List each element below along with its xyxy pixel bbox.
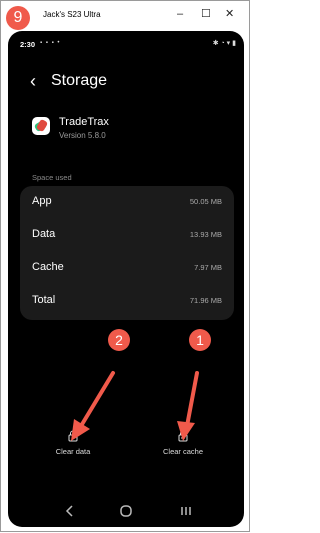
storage-row-value: 71.96 MB [189,296,222,305]
close-button[interactable]: ✕ [225,7,234,21]
status-notification-icons: ▪ ▪ ▪ • [40,40,61,46]
app-logo-icon [32,117,50,135]
annotation-badge-1: 1 [189,329,211,351]
chevron-left-icon[interactable]: ‹ [30,71,36,91]
android-nav-bar [8,497,244,527]
storage-actions: Clear data Clear cache [8,429,244,489]
storage-row-data: Data 13.93 MB [20,219,234,252]
storage-row-value: 50.05 MB [189,197,222,206]
step-badge: 9 [6,6,30,30]
clear-data-label: Clear data [55,447,91,456]
storage-row-label: Cache [32,261,64,273]
storage-row-app: App 50.05 MB [20,186,234,219]
app-version: Version 5.8.0 [59,131,106,140]
back-nav-icon[interactable] [58,503,82,519]
app-name: TradeTrax [59,116,109,128]
home-nav-icon[interactable] [114,503,138,519]
page-title: Storage [51,72,108,89]
storage-row-value: 13.93 MB [189,230,222,239]
space-used-heading: Space used [32,173,72,182]
clear-data-icon [68,430,78,442]
storage-row-cache: Cache 7.97 MB [20,252,234,285]
window-titlebar: Jack's S23 Ultra – ☐ ✕ [1,1,249,29]
storage-row-label: Total [32,294,56,306]
minimize-button[interactable]: – [177,7,183,21]
phone-screen: 2:30 ▪ ▪ ▪ • ✱ ◔ ▾ ▮ ‹ Storage TradeTrax… [8,31,244,527]
storage-row-value: 7.97 MB [194,263,222,272]
maximize-button[interactable]: ☐ [201,7,211,21]
clear-cache-button[interactable]: Clear cache [148,429,218,456]
status-system-icons: ✱ ◔ ▾ ▮ [212,40,236,47]
clear-cache-icon [178,430,188,442]
storage-card: App 50.05 MB Data 13.93 MB Cache 7.97 MB… [20,186,234,320]
storage-row-label: App [32,195,52,207]
status-time: 2:30 [20,40,36,49]
storage-row-total: Total 71.96 MB [20,285,234,318]
storage-row-label: Data [32,228,56,240]
storage-header: ‹ Storage [8,69,244,97]
status-bar: 2:30 ▪ ▪ ▪ • ✱ ◔ ▾ ▮ [8,31,244,51]
recents-nav-icon[interactable] [174,503,198,519]
window-title: Jack's S23 Ultra [43,10,101,19]
clear-data-button[interactable]: Clear data [38,429,108,456]
window-frame: Jack's S23 Ultra – ☐ ✕ 2:30 ▪ ▪ ▪ • ✱ ◔ … [0,0,250,532]
annotation-badge-2: 2 [108,329,130,351]
clear-cache-label: Clear cache [162,447,204,456]
